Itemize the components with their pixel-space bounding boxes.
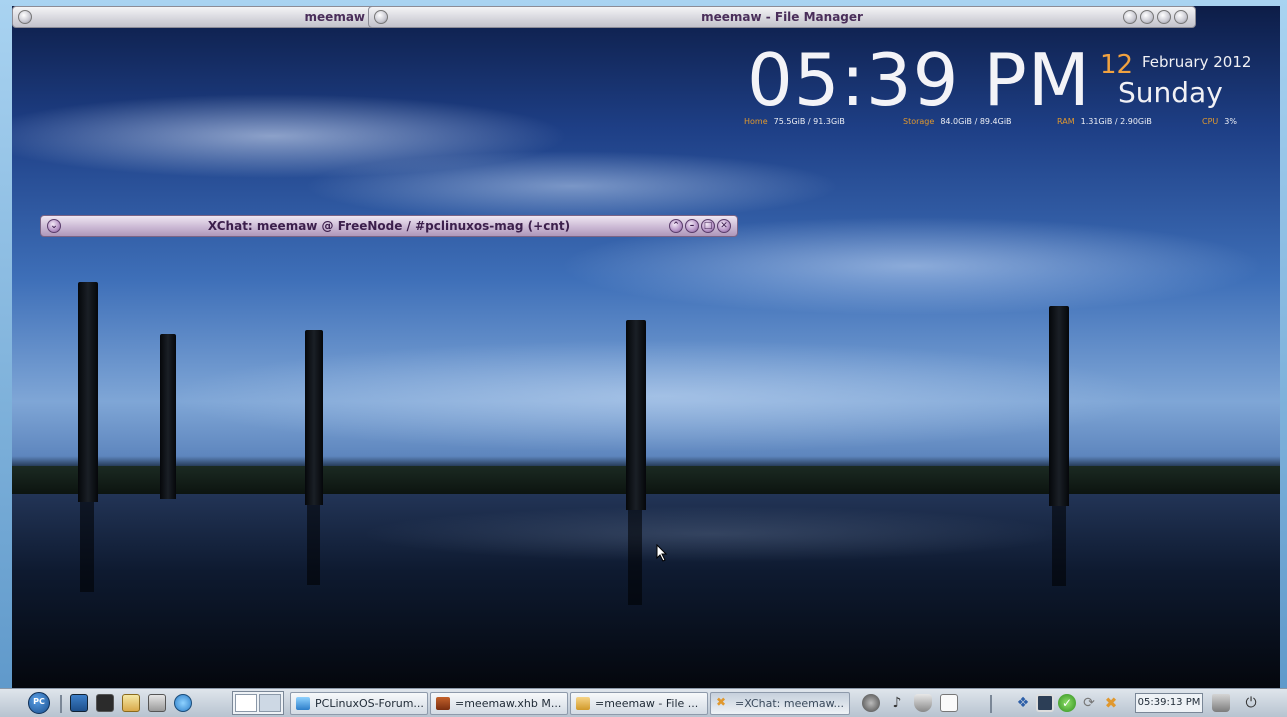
wallpaper-post xyxy=(626,320,646,510)
stat-value: 1.31GiB / 2.90GiB xyxy=(1080,117,1152,126)
stat-value: 3% xyxy=(1224,117,1237,126)
stat-label: Storage xyxy=(903,117,935,126)
window-shade-button[interactable]: ⌃ xyxy=(669,219,683,233)
taskbar: PC PCLinuxOS-Forum... =meemaw.xhb M... =… xyxy=(0,688,1287,717)
check-icon[interactable]: ✓ xyxy=(1058,694,1076,712)
window-close-button[interactable] xyxy=(1174,10,1188,24)
stat-label: Home xyxy=(744,117,768,126)
window-shade-button[interactable] xyxy=(1123,10,1137,24)
dropbox-icon[interactable]: ❖ xyxy=(1014,694,1032,712)
stat-value: 84.0GiB / 89.4GiB xyxy=(940,117,1012,126)
xchat-window-titlebar[interactable]: ⌄ XChat: meemaw @ FreeNode / #pclinuxos-… xyxy=(40,215,738,237)
conky-stat-storage: Storage 84.0GiB / 89.4GiB xyxy=(903,116,1012,128)
taskbar-separator xyxy=(990,695,992,713)
wallpaper-water xyxy=(12,494,1280,688)
homebank-icon xyxy=(436,697,450,710)
browser-launcher-icon[interactable] xyxy=(174,694,192,712)
browser-icon xyxy=(296,697,310,710)
stat-label: CPU xyxy=(1202,117,1219,126)
wallpaper-post xyxy=(160,334,176,499)
volume-icon[interactable]: ♪ xyxy=(888,694,906,712)
window-minimize-button[interactable]: – xyxy=(685,219,699,233)
conky-weekday: Sunday xyxy=(1118,76,1223,109)
power-icon[interactable]: ⏻ xyxy=(1242,694,1260,712)
meemaw-window-titlebar[interactable]: meemaw xyxy=(12,6,374,28)
conky-month-year: February 2012 xyxy=(1142,53,1252,71)
workspace-2[interactable] xyxy=(259,694,281,712)
wallpaper-post xyxy=(78,282,98,502)
window-maximize-button[interactable] xyxy=(1157,10,1171,24)
task-label: =meemaw.xhb M... xyxy=(455,697,562,710)
window-title: meemaw xyxy=(304,10,365,24)
file-manager-window-titlebar[interactable]: meemaw - File Manager xyxy=(368,6,1196,28)
task-button[interactable]: ✖ =XChat: meemaw... xyxy=(710,692,850,715)
update-icon[interactable]: ⟳ xyxy=(1080,694,1098,712)
task-button[interactable]: PCLinuxOS-Forum... xyxy=(290,692,428,715)
start-menu-button[interactable]: PC xyxy=(28,692,50,714)
wallpaper-horizon xyxy=(12,466,1280,496)
task-label: =XChat: meemaw... xyxy=(735,697,845,710)
wallpaper-reflection xyxy=(307,505,320,585)
maximize-icon: □ xyxy=(703,221,713,231)
stat-value: 75.5GiB / 91.3GiB xyxy=(773,117,845,126)
task-button[interactable]: =meemaw - File ... xyxy=(570,692,708,715)
text-editor-icon[interactable] xyxy=(122,694,140,712)
tray-clock[interactable]: 05:39:13 PM xyxy=(1135,693,1203,713)
desktop-wallpaper[interactable]: 05:39 PM 12 February 2012 Sunday Home 75.… xyxy=(12,6,1280,688)
conky-stat-cpu: CPU 3% xyxy=(1202,116,1237,128)
wallpaper-post xyxy=(305,330,323,505)
close-icon: ✕ xyxy=(720,221,728,231)
folder-icon xyxy=(576,697,590,710)
trash-icon[interactable] xyxy=(1212,694,1230,712)
conky-stat-home: Home 75.5GiB / 91.3GiB xyxy=(744,116,845,128)
document-icon[interactable] xyxy=(940,694,958,712)
wallpaper-reflection xyxy=(1052,506,1066,586)
task-label: =meemaw - File ... xyxy=(595,697,699,710)
drive-icon[interactable] xyxy=(148,694,166,712)
desktop-icon[interactable] xyxy=(70,694,88,712)
workspace-1[interactable] xyxy=(235,694,257,712)
minimize-icon: – xyxy=(689,221,695,231)
wallpaper-post xyxy=(1049,306,1069,506)
window-title: meemaw - File Manager xyxy=(701,10,863,24)
shield-icon[interactable] xyxy=(914,694,932,712)
window-close-button[interactable]: ✕ xyxy=(717,219,731,233)
start-label: PC xyxy=(33,697,45,706)
xchat-icon: ✖ xyxy=(716,695,727,709)
chevron-up-icon: ⌃ xyxy=(672,221,680,231)
window-title: XChat: meemaw @ FreeNode / #pclinuxos-ma… xyxy=(207,219,571,233)
terminal-icon[interactable] xyxy=(96,694,114,712)
taskbar-separator xyxy=(60,695,62,713)
network-icon[interactable] xyxy=(862,694,880,712)
conky-clock: 05:39 PM xyxy=(747,38,1091,122)
task-label: PCLinuxOS-Forum... xyxy=(315,697,424,710)
workspace-pager[interactable] xyxy=(232,691,284,715)
stat-label: RAM xyxy=(1057,117,1075,126)
task-button[interactable]: =meemaw.xhb M... xyxy=(430,692,568,715)
mouse-cursor-icon xyxy=(656,544,668,562)
screen-icon[interactable] xyxy=(1036,694,1054,712)
conky-stat-ram: RAM 1.31GiB / 2.90GiB xyxy=(1057,116,1152,128)
wallpaper-reflection xyxy=(80,502,94,592)
window-minimize-button[interactable] xyxy=(1140,10,1154,24)
xchat-tray-icon[interactable]: ✖ xyxy=(1102,694,1120,712)
window-maximize-button[interactable]: □ xyxy=(701,219,715,233)
wallpaper-reflection xyxy=(628,510,642,605)
